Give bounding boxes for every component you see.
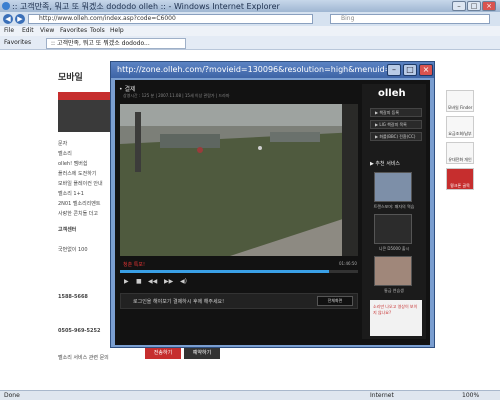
send-button[interactable]: 전송하기 [145,347,181,359]
menu-tools[interactable]: Tools [90,27,105,34]
close-icon[interactable]: × [482,1,496,11]
recommend-thumb[interactable] [374,172,412,202]
rail-item[interactable]: 모바일 Finder [446,90,474,112]
player-side-panel: olleh ▶ 책갈피 등록 ▶ LIG 책갈피 목록 ▶ 화를(BBC) 전환… [362,84,426,339]
popup-title: http://zone.olleh.com/?movieid=130096&re… [117,65,387,74]
player-heading: • 결제 [119,86,136,93]
recommend-thumb[interactable] [374,214,412,244]
play-icon[interactable]: ▶ [124,278,129,285]
sidebar-item[interactable]: 2N01 벨소리리멘트 [58,200,100,207]
phone-number: 국번없이 100 [58,247,88,253]
rail-item[interactable]: 윙크폰 골목 [446,168,474,190]
rewind-icon[interactable]: ◀◀ [148,278,157,285]
recommend-caption: 트랜스포머: 패자의 역습 [373,204,415,209]
security-zone: Internet [370,392,394,399]
browser-tab[interactable]: :: 고객만족, 뭐고 또 뭐겠소 dododo... [46,38,186,49]
bookmark-list-button[interactable]: ▶ LIG 책갈피 목록 [370,120,422,129]
caption-toggle-button[interactable]: ▶ 화를(BBC) 전환(CC) [370,132,422,141]
navigation-bar: ◀ ▶ http://www.olleh.com/index.asp?code=… [0,12,500,26]
forward-icon[interactable]: ▶ [15,14,25,24]
right-rail: 모바일 Finder 요금조회/납부 유대전화 개인 윙크폰 골목 [440,90,480,220]
ie-logo-icon [2,2,10,10]
progress-fill [120,270,330,273]
menu-bar: File Edit View Favorites Tools Help [0,26,500,36]
recommend-caption: 통금 연습생 [384,288,404,293]
menu-favorites[interactable]: Favorites [60,27,87,34]
menu-edit[interactable]: Edit [22,27,34,34]
forward-icon[interactable]: ▶▶ [164,278,173,285]
phone-number: 0505-969-5252 [58,328,101,334]
status-text: Done [4,392,20,399]
sidebar-item[interactable]: 모바일 플레이컨 안내 [58,180,103,187]
video-frame[interactable] [120,104,358,256]
recommend-thumb[interactable] [374,256,412,286]
rail-item[interactable]: 유대전화 개인 [446,142,474,164]
help-ad-box[interactable]: 소리만 나오고 영상이 보이지 않나요? [370,300,422,336]
help-ad-text: 소리만 나오고 영상이 보이지 않나요? [373,304,418,315]
volume-icon[interactable]: ◀) [180,278,187,285]
bookmark-add-button[interactable]: ▶ 책갈피 등록 [370,108,422,117]
sidebar-item[interactable]: 사랑한 콘치돌 더고 [58,210,98,217]
fullscreen-button[interactable]: 전체화면 [317,296,353,306]
player-body: • 결제 상영시간 : 125 분 | 2007.11.08 | 15세 이상 … [115,80,430,345]
video-scene [120,104,358,256]
maximize-icon[interactable]: □ [403,64,417,76]
stop-icon[interactable]: ■ [136,278,142,285]
minimize-icon[interactable]: – [387,64,401,76]
sidebar-item[interactable]: 벨소리 1+1 [58,190,84,197]
recommend-caption: 니콘 D5000 출시 [378,246,410,251]
address-bar[interactable]: http://www.olleh.com/index.asp?code=C600… [28,14,313,24]
maximize-icon[interactable]: □ [467,1,481,11]
player-meta: 상영시간 : 125 분 | 2007.11.08 | 15세 이상 관람가 |… [123,93,230,98]
sidebar-title: 모바일 [58,73,83,83]
rail-item[interactable]: 요금조회/납부 [446,116,474,138]
reserve-button[interactable]: 예약하기 [184,347,220,359]
favorites-button[interactable]: Favorites [4,39,31,46]
menu-help[interactable]: Help [110,27,124,34]
browser-title-bar: :: 고객만족, 뭐고 또 뭐겠소 dododo olleh :: - Wind… [0,0,500,12]
recommend-title: ▶ 추천 서비스 [370,161,401,167]
video-caption: 청춘 특포! [123,262,145,268]
sidebar-item[interactable]: 플러스에 도전하기 [58,170,96,177]
close-icon[interactable]: × [419,64,433,76]
menu-file[interactable]: File [4,27,14,34]
customer-center-label: 고객센터 [58,227,77,233]
browser-title: :: 고객만족, 뭐고 또 뭐겠소 dododo olleh :: - Wind… [12,2,280,11]
olleh-logo: olleh [378,88,406,99]
sidebar-item[interactable]: olleh! 멤버쉽 [58,160,87,167]
favorites-bar: Favorites :: 고객만족, 뭐고 또 뭐겠소 dododo... [0,36,500,50]
inquiry-label: 벨소리 서비스 관련 문의 [58,355,109,361]
search-input[interactable]: Bing [330,14,490,24]
player-controls: ▶ ■ ◀◀ ▶▶ ◀) [120,276,358,288]
minimize-icon[interactable]: – [452,1,466,11]
login-message-bar: 로그인을 해야보기 결제하시 후에 해주세요! 전체화면 [120,293,358,309]
zoom-level[interactable]: 100% [462,392,479,399]
menu-view[interactable]: View [40,27,54,34]
popup-title-bar: http://zone.olleh.com/?movieid=130096&re… [111,62,434,78]
status-bar: Done Internet 100% [0,390,500,400]
page-bottom-actions: 전송하기 예약하기 [140,347,440,387]
phone-number: 1588-5668 [58,294,88,300]
sidebar-item[interactable]: 문자 [58,140,67,147]
video-time: 01:46:50 [339,261,357,266]
sidebar-item[interactable]: 벨소리 [58,150,72,157]
popup-window: http://zone.olleh.com/?movieid=130096&re… [110,61,435,348]
back-icon[interactable]: ◀ [3,14,13,24]
progress-bar[interactable] [120,270,358,273]
login-message: 로그인을 해야보기 결제하시 후에 해주세요! [133,299,225,305]
